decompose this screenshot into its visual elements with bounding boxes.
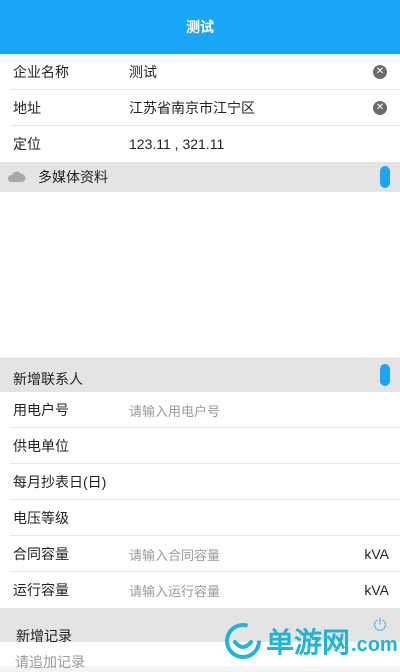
field-label: 供电单位: [13, 438, 69, 454]
field-label: 用电户号: [13, 402, 69, 418]
contact-section-title: 新增联系人: [13, 371, 83, 387]
location-row[interactable]: 定位 123.11 , 321.11: [0, 126, 400, 162]
media-content-area: [0, 192, 400, 357]
media-toggle[interactable]: [380, 166, 390, 188]
running-capacity-input[interactable]: 请输入运行容量: [129, 581, 220, 600]
add-record-input[interactable]: 请追加记录: [15, 652, 85, 672]
media-section-header[interactable]: 多媒体资料: [0, 162, 400, 192]
clear-icon[interactable]: ✕: [373, 65, 387, 79]
field-label: 每月抄表日(日): [13, 474, 107, 490]
account-number-input[interactable]: 请输入用电户号: [129, 401, 220, 420]
contact-field-row[interactable]: 电压等级: [0, 500, 400, 536]
app-header: 测试: [0, 0, 400, 54]
unit-label: kVA: [364, 582, 389, 598]
contact-field-row[interactable]: 每月抄表日(日): [0, 464, 400, 500]
contact-field-row[interactable]: 用电户号 请输入用电户号: [0, 392, 400, 428]
address-row[interactable]: 地址 江苏省南京市江宁区 ✕: [0, 90, 400, 126]
watermark-logo: 单游网 .com: [224, 616, 398, 666]
field-label: 运行容量: [13, 582, 69, 598]
company-name-input[interactable]: 测试: [129, 62, 157, 82]
contact-toggle[interactable]: [380, 364, 390, 386]
contact-field-row[interactable]: 供电单位: [0, 428, 400, 464]
address-label: 地址: [13, 100, 41, 116]
address-input[interactable]: 江苏省南京市江宁区: [129, 98, 255, 118]
cloud-icon: [7, 171, 26, 182]
page-title: 测试: [186, 19, 214, 35]
contract-capacity-input[interactable]: 请输入合同容量: [129, 545, 220, 564]
field-label: 合同容量: [13, 546, 69, 562]
media-section-title: 多媒体资料: [38, 169, 108, 185]
contact-field-row[interactable]: 运行容量 请输入运行容量 kVA: [0, 572, 400, 608]
watermark-suffix: .com: [351, 633, 398, 656]
watermark-brand: 单游网: [266, 627, 351, 658]
clear-icon[interactable]: ✕: [373, 101, 387, 115]
contact-section-header[interactable]: 新增联系人: [0, 358, 400, 392]
smile-logo-icon: [225, 623, 261, 659]
company-name-row[interactable]: 企业名称 测试 ✕: [0, 54, 400, 90]
unit-label: kVA: [364, 546, 389, 562]
company-name-label: 企业名称: [13, 64, 69, 80]
field-label: 电压等级: [13, 510, 69, 526]
contact-field-row[interactable]: 合同容量 请输入合同容量 kVA: [0, 536, 400, 572]
location-value[interactable]: 123.11 , 321.11: [129, 136, 224, 152]
location-label: 定位: [13, 136, 41, 152]
